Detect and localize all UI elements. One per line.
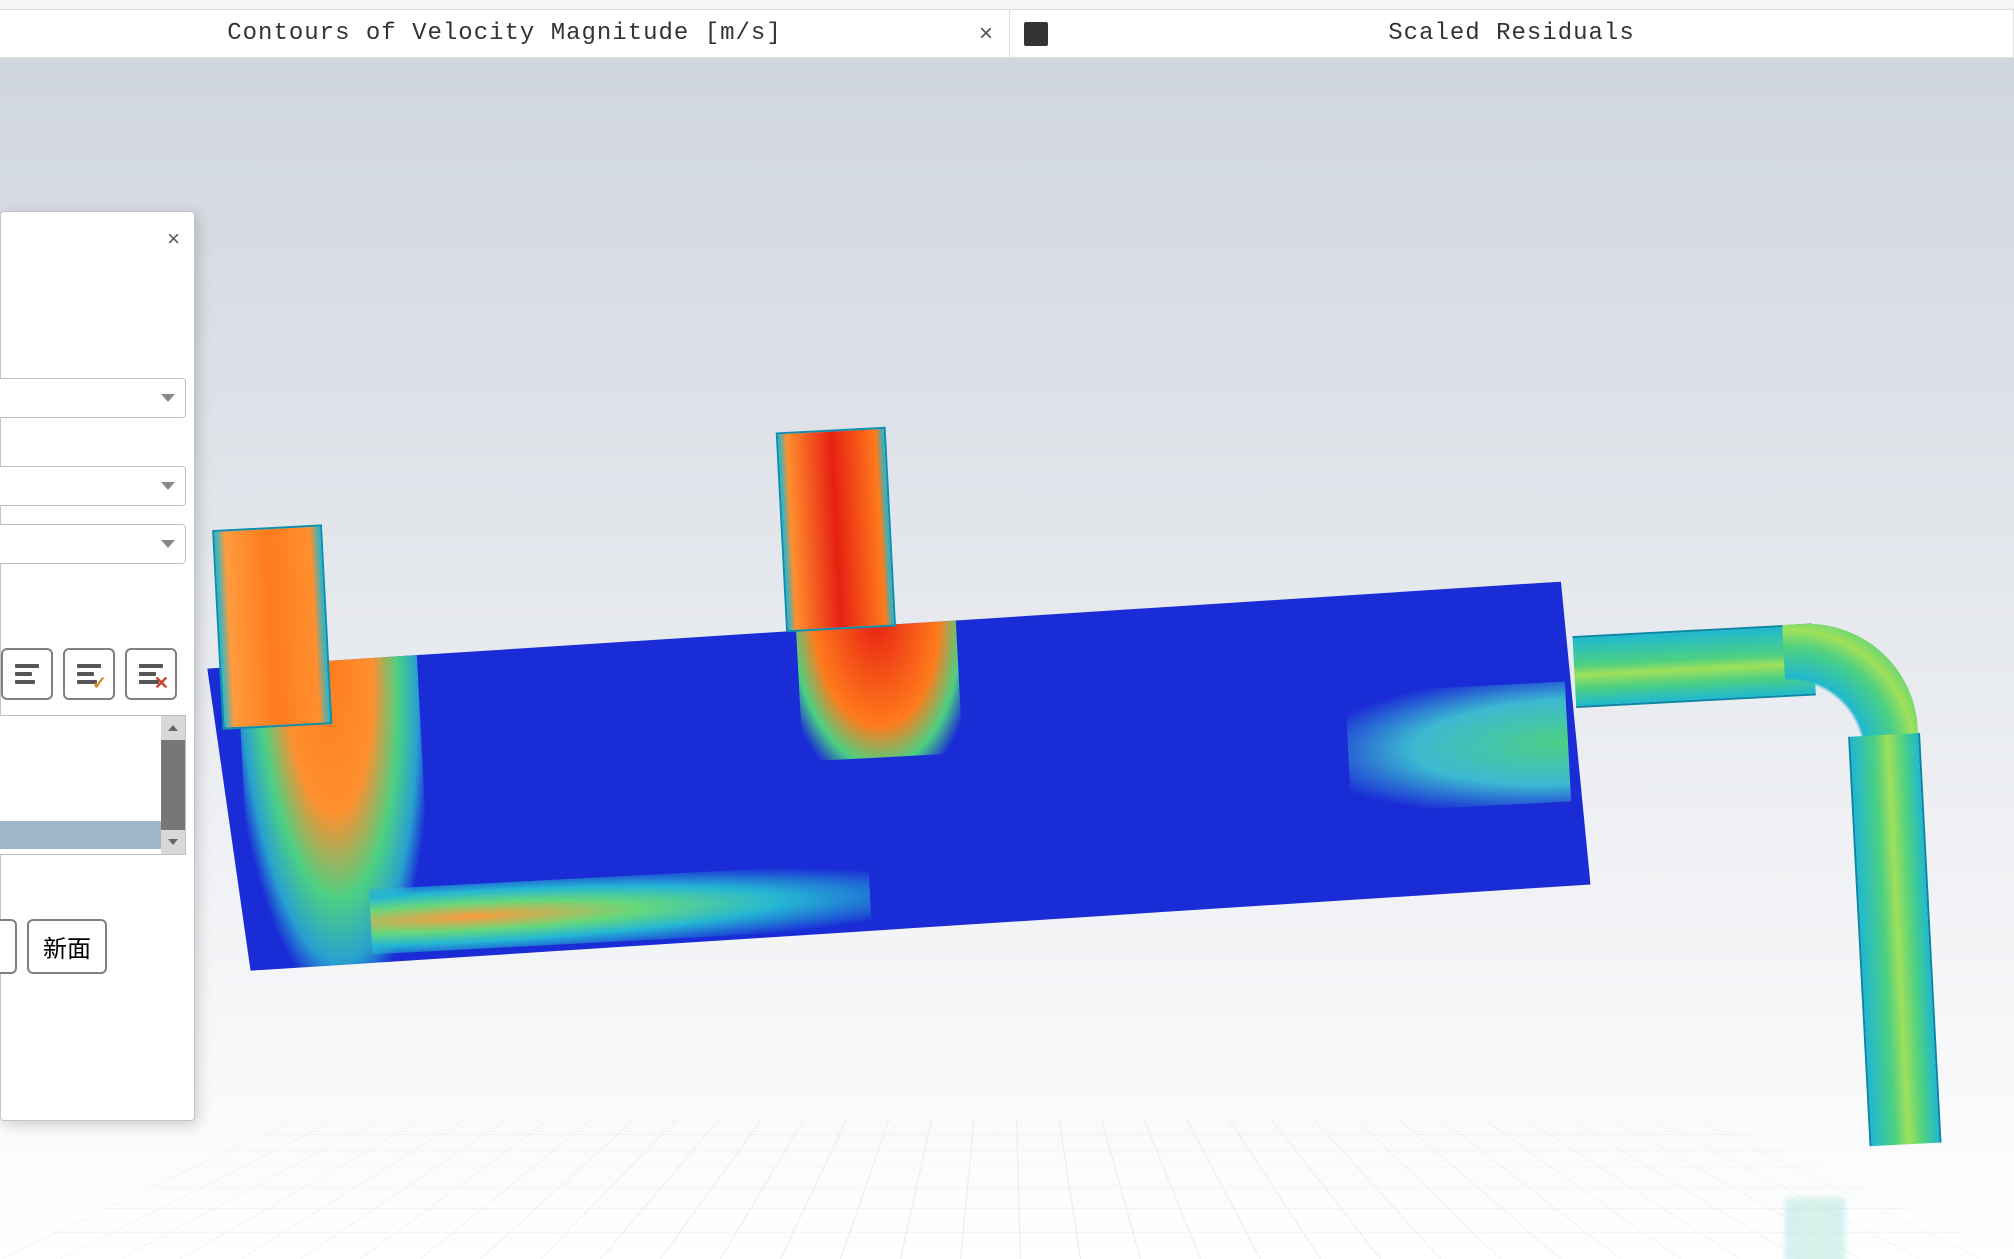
list-button-check[interactable]: ✓ (63, 648, 115, 700)
velocity-contour-plot (198, 394, 1923, 1002)
view-tabs: Contours of Velocity Magnitude [m/s] × S… (0, 10, 2014, 58)
outlet-pipe (1572, 615, 1999, 1155)
dropdown-2[interactable] (0, 466, 186, 506)
chevron-down-icon (161, 394, 175, 402)
list-button-plain[interactable] (1, 648, 53, 700)
list-button-clear[interactable]: ✕ (125, 648, 177, 700)
tab-label: Contours of Velocity Magnitude [m/s] (227, 20, 781, 47)
tab-scaled-residuals[interactable]: Scaled Residuals (1010, 10, 2014, 57)
triangle-up-icon (168, 725, 178, 731)
inlet-pipe-left (212, 524, 332, 729)
scrollbar-track[interactable] (161, 740, 185, 830)
jet-region-middle (796, 613, 963, 761)
inlet-pipe-middle (776, 427, 896, 632)
x-icon: ✕ (154, 673, 169, 694)
list-action-buttons: ✓ ✕ (1, 648, 177, 700)
dropdown-3[interactable] (0, 524, 186, 564)
tab-label: Scaled Residuals (1388, 20, 1634, 47)
graphics-viewport[interactable] (0, 58, 2014, 1259)
triangle-down-icon (168, 839, 178, 845)
properties-dialog: × ✓ ✕ 舌 新面 (0, 211, 195, 1121)
check-icon: ✓ (92, 673, 107, 694)
residuals-icon (1024, 22, 1048, 46)
list-icon (15, 664, 39, 684)
chevron-down-icon (161, 540, 175, 548)
button-1[interactable]: 舌 (0, 919, 17, 974)
dropdown-1[interactable] (0, 378, 186, 418)
close-icon[interactable]: × (167, 226, 180, 252)
tab-velocity-contour[interactable]: Contours of Velocity Magnitude [m/s] × (0, 10, 1010, 57)
pipe-reflection (1785, 1198, 1845, 1259)
pipe-vertical (1848, 733, 1941, 1146)
vessel-body (206, 581, 1591, 972)
outflow-region (1345, 682, 1571, 813)
close-icon[interactable]: × (979, 20, 993, 48)
new-surface-button[interactable]: 新面 (27, 919, 107, 974)
dialog-buttons: 舌 新面 (0, 919, 107, 974)
pipe-horizontal (1572, 624, 1815, 708)
scroll-down-button[interactable] (161, 830, 185, 854)
scroll-up-button[interactable] (161, 716, 185, 740)
top-toolbar (0, 0, 2014, 10)
list-item-selected[interactable] (0, 821, 161, 849)
floor-stream (369, 863, 872, 954)
chevron-down-icon (161, 482, 175, 490)
surfaces-listbox[interactable] (0, 715, 186, 855)
